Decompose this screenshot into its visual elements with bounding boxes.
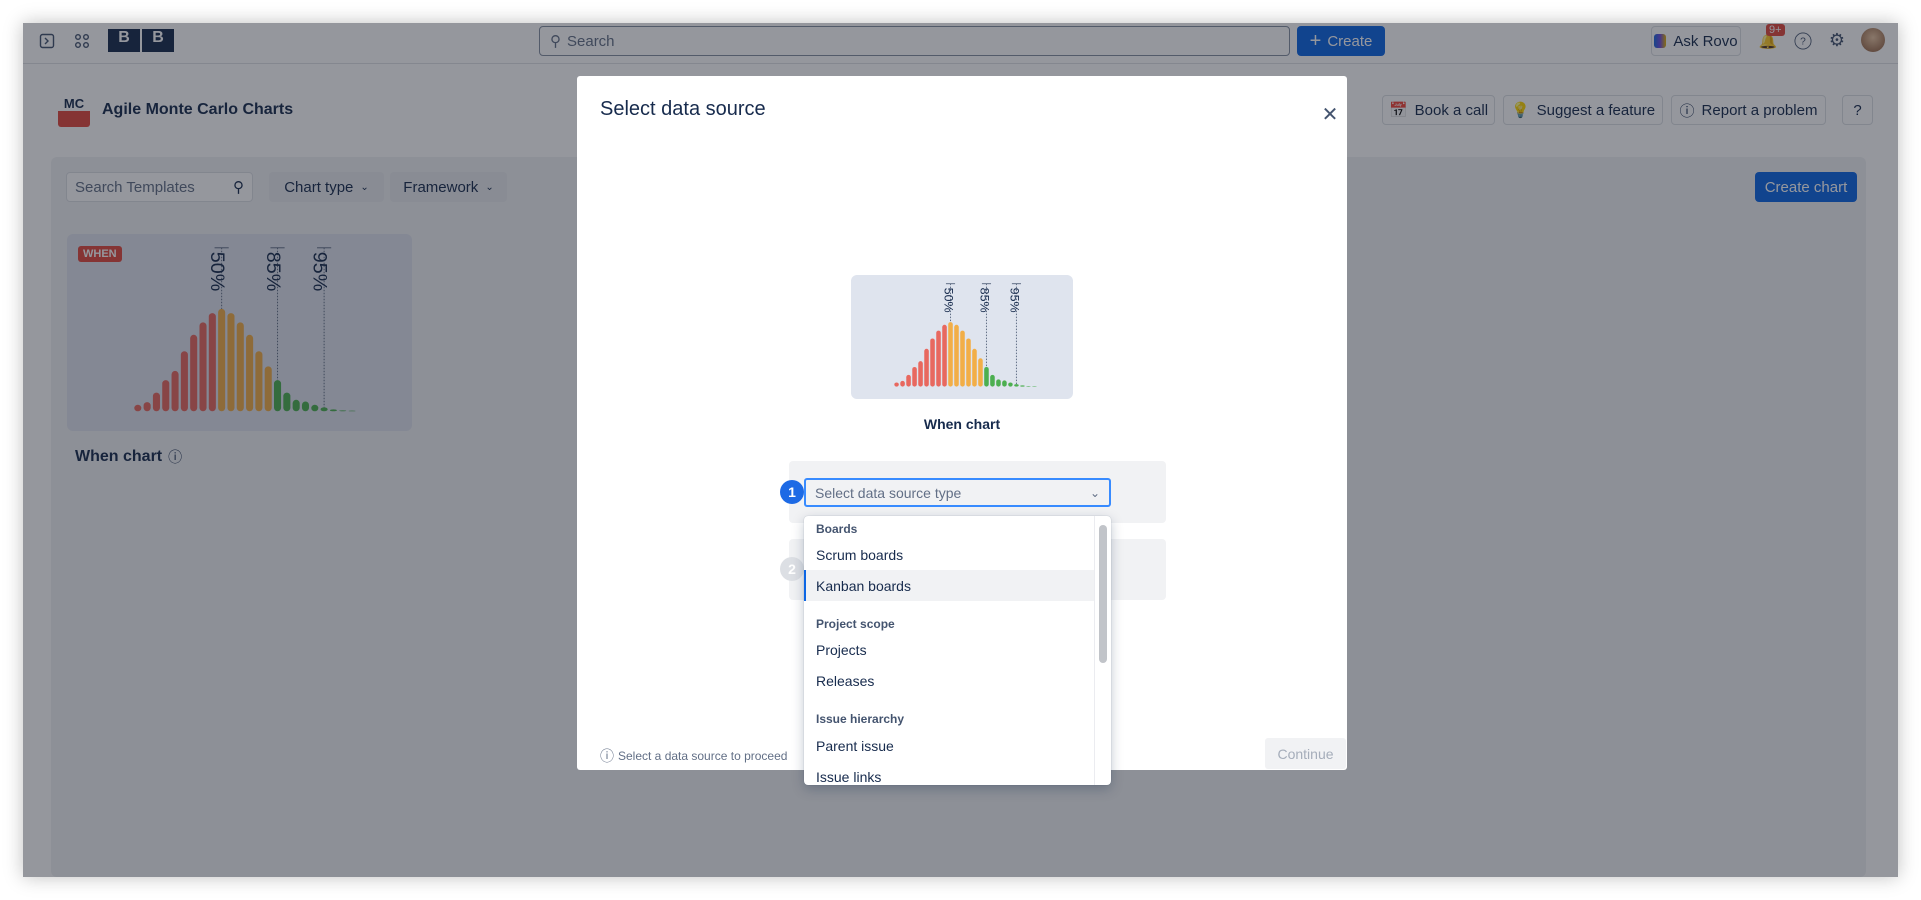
histogram-bar (906, 374, 911, 387)
histogram-bar (984, 366, 989, 387)
data-source-type-select[interactable]: Select data source type ⌄ (804, 478, 1111, 507)
histogram-bar (954, 324, 959, 387)
histogram-bar (1026, 385, 1031, 387)
continue-button[interactable]: Continue (1265, 738, 1346, 769)
histogram-bar (972, 348, 977, 387)
percentile-label: 85% (978, 288, 992, 313)
option-kanban-boards[interactable]: Kanban boards (804, 570, 1094, 601)
histogram-bar (918, 361, 923, 387)
percentile-marker: 95% (1008, 283, 1022, 385)
option-projects[interactable]: Projects (804, 634, 1094, 665)
histogram-bar (894, 382, 899, 387)
percentile-label: 50% (942, 288, 956, 313)
group-label-boards: Boards (816, 522, 858, 536)
dropdown-scrollbar[interactable] (1094, 516, 1111, 785)
chevron-down-icon: ⌄ (1089, 485, 1100, 500)
percentile-marker: 50% (942, 283, 956, 323)
histogram-bar (936, 330, 941, 387)
info-icon: ⓘ (600, 748, 614, 764)
option-issue-links[interactable]: Issue links (804, 761, 1094, 785)
histogram-bar (924, 348, 929, 387)
scrollbar-thumb[interactable] (1099, 525, 1107, 663)
step-1-number: 1 (780, 480, 804, 504)
group-label-issue-hierarchy: Issue hierarchy (816, 712, 905, 726)
option-scrum-boards[interactable]: Scrum boards (804, 539, 1094, 570)
histogram-bar (1002, 380, 1007, 387)
select-data-source-modal: Select data source ✕ 50% 85% 95% When char… (577, 76, 1347, 785)
percentile-marker: 85% (978, 283, 992, 367)
option-parent-issue[interactable]: Parent issue (804, 730, 1094, 761)
app-window: B B ⚲ Search + Create Ask Rovo 🔔 9+ ? ⚙ MC… (23, 23, 1898, 877)
histogram-bar (948, 322, 953, 387)
close-icon[interactable]: ✕ (1320, 104, 1340, 126)
histogram-bar (900, 380, 905, 387)
chart-preview: 50% 85% 95% (851, 275, 1073, 399)
histogram-bar (978, 358, 983, 387)
histogram-bar (1014, 384, 1019, 387)
histogram-bar (930, 338, 935, 387)
modal-title: Select data source (600, 98, 766, 120)
histogram-bar (990, 374, 995, 387)
data-source-dropdown-menu: Boards Scrum boards Kanban boards Projec… (804, 516, 1111, 785)
histogram-preview: 50% 85% 95% (894, 283, 1037, 387)
histogram-bar (996, 379, 1001, 387)
option-releases[interactable]: Releases (804, 665, 1094, 696)
step-2-number: 2 (780, 557, 804, 581)
chart-caption: When chart (923, 416, 1001, 432)
histogram-bar (960, 330, 965, 387)
histogram-bar (1008, 382, 1013, 387)
histogram-bar (1020, 385, 1025, 387)
percentile-label: 95% (1008, 288, 1022, 313)
histogram-bar (912, 366, 917, 387)
histogram-bar (966, 338, 971, 387)
footer-hint: ⓘ Select a data source to proceed (600, 748, 788, 764)
histogram-bar (942, 324, 947, 387)
group-label-project-scope: Project scope (816, 617, 895, 631)
